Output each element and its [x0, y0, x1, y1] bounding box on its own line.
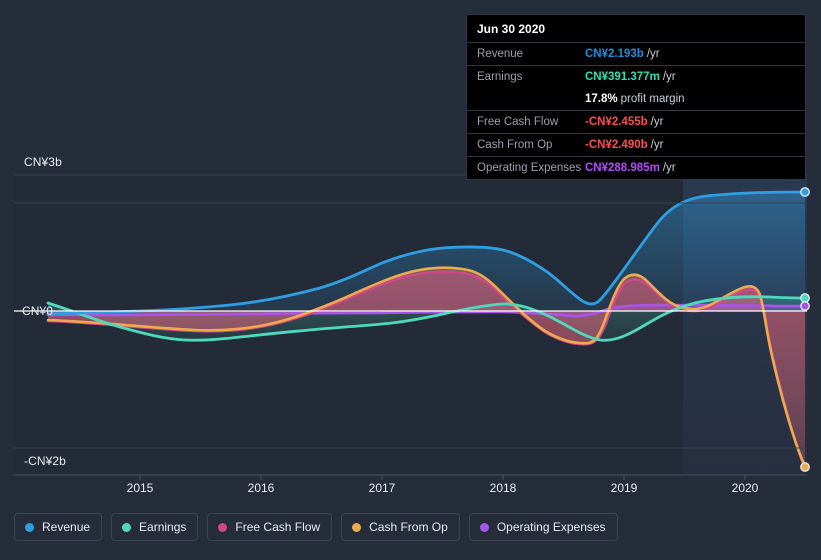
- tooltip-date: Jun 30 2020: [477, 22, 546, 36]
- tooltip-label-earnings: Earnings: [477, 71, 523, 83]
- tooltip-label-cash-from-op: Cash From Op: [477, 139, 553, 151]
- y-axis-label-zero: CN¥0: [22, 304, 54, 318]
- legend-dot-cash-from-op: [352, 522, 362, 532]
- legend-dot-free-cash-flow: [218, 522, 228, 532]
- tooltip-row-cash-from-op: Cash From Op -CN¥2.490b /yr: [467, 133, 805, 156]
- legend-dot-earnings: [122, 522, 132, 532]
- tooltip-row-profit-margin: 17.8% profit margin: [467, 88, 805, 110]
- legend-item-revenue[interactable]: Revenue: [14, 513, 103, 541]
- tooltip-row-earnings: Earnings CN¥391.377m /yr: [467, 65, 805, 88]
- x-axis-label-2020: 2020: [731, 481, 759, 495]
- tooltip-row-operating-expenses: Operating Expenses CN¥288.985m /yr: [467, 156, 805, 179]
- tooltip-value-profit-margin: 17.8%: [585, 93, 618, 105]
- x-axis-ticks: [139, 475, 746, 480]
- tooltip-value-operating-expenses: CN¥288.985m: [585, 162, 660, 174]
- tooltip-unit-profit-margin: profit margin: [620, 93, 685, 105]
- tooltip-label-revenue: Revenue: [477, 48, 524, 60]
- x-axis-label-2018: 2018: [489, 481, 517, 495]
- endpoint-cash-from-op[interactable]: [800, 462, 810, 472]
- tooltip-unit-free-cash-flow: /yr: [650, 116, 664, 128]
- tooltip-unit-operating-expenses: /yr: [662, 162, 676, 174]
- legend-label-cash-from-op: Cash From Op: [369, 520, 448, 534]
- legend-item-earnings[interactable]: Earnings: [111, 513, 199, 541]
- tooltip-unit-revenue: /yr: [646, 48, 660, 60]
- legend-dot-revenue: [25, 522, 34, 532]
- legend-item-operating-expenses[interactable]: Operating Expenses: [468, 513, 618, 541]
- legend-item-cash-from-op[interactable]: Cash From Op: [341, 513, 460, 541]
- tooltip-unit-cash-from-op: /yr: [650, 139, 664, 151]
- tooltip-unit-earnings: /yr: [662, 71, 676, 83]
- tooltip-value-revenue: CN¥2.193b: [585, 48, 644, 60]
- financial-chart: CN¥3b CN¥0 -CN¥2b 2015 2016 2017 2018 20…: [0, 0, 821, 560]
- legend-label-operating-expenses: Operating Expenses: [496, 520, 606, 534]
- tooltip-row-free-cash-flow: Free Cash Flow -CN¥2.455b /yr: [467, 110, 805, 133]
- tooltip-value-cash-from-op: -CN¥2.490b: [585, 139, 648, 151]
- tooltip-row-revenue: Revenue CN¥2.193b /yr: [467, 42, 805, 65]
- endpoint-revenue[interactable]: [800, 187, 810, 197]
- x-axis-label-2015: 2015: [126, 481, 154, 495]
- x-axis-label-2019: 2019: [610, 481, 638, 495]
- tooltip-label-free-cash-flow: Free Cash Flow: [477, 116, 559, 128]
- chart-tooltip: Jun 30 2020 Revenue CN¥2.193b /yr Earnin…: [466, 14, 806, 180]
- tooltip-label-operating-expenses: Operating Expenses: [477, 162, 582, 174]
- endpoint-operating-expenses[interactable]: [800, 301, 810, 311]
- x-axis-label-2017: 2017: [368, 481, 396, 495]
- chart-legend: Revenue Earnings Free Cash Flow Cash Fro…: [14, 513, 618, 541]
- x-axis-label-2016: 2016: [247, 481, 275, 495]
- y-axis-label-top: CN¥3b: [24, 155, 62, 169]
- endpoint-earnings[interactable]: [800, 293, 810, 303]
- tooltip-value-free-cash-flow: -CN¥2.455b: [585, 116, 648, 128]
- legend-label-free-cash-flow: Free Cash Flow: [235, 520, 321, 534]
- legend-label-earnings: Earnings: [139, 520, 187, 534]
- y-axis-label-bottom: -CN¥2b: [24, 454, 66, 468]
- legend-label-revenue: Revenue: [42, 520, 91, 534]
- legend-dot-operating-expenses: [479, 522, 489, 532]
- legend-item-free-cash-flow[interactable]: Free Cash Flow: [207, 513, 333, 541]
- tooltip-value-earnings: CN¥391.377m: [585, 71, 660, 83]
